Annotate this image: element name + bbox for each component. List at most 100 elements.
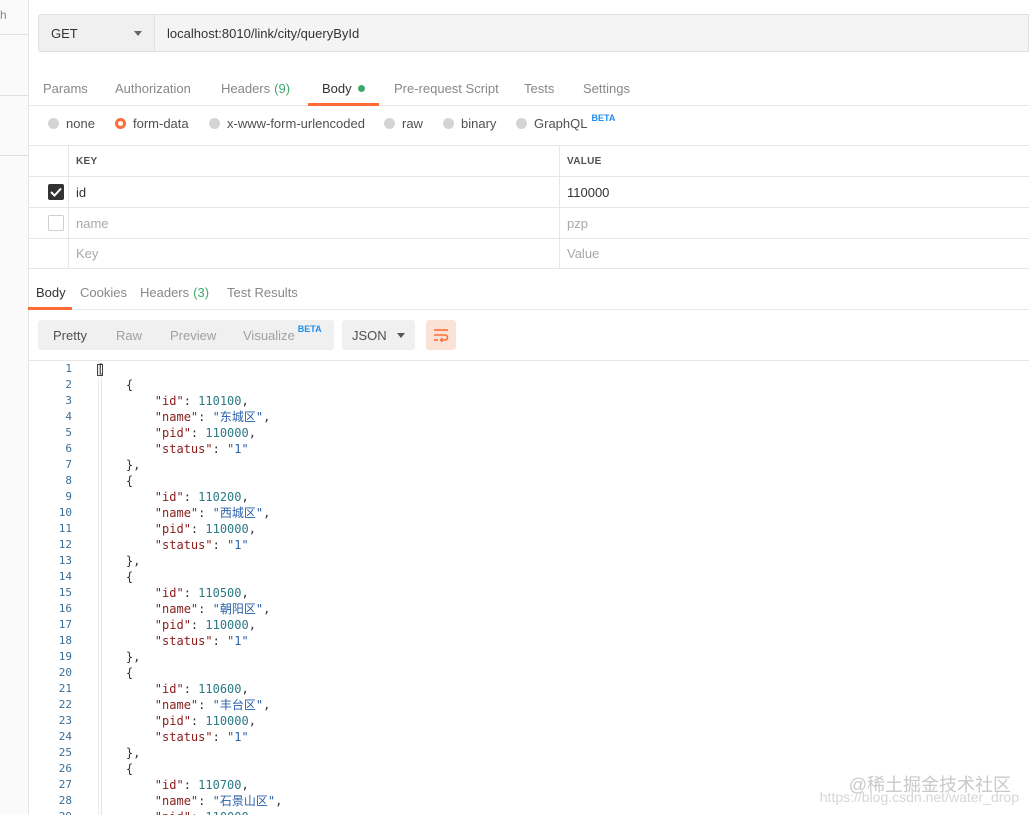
value-value: 110000	[567, 184, 610, 200]
key-input[interactable]: name	[68, 208, 559, 238]
tab-label: Authorization	[115, 80, 191, 96]
radio-raw[interactable]: raw	[384, 116, 423, 131]
radio-circle-icon	[443, 118, 454, 129]
url-input[interactable]: localhost:8010/link/city/queryById	[154, 14, 1029, 52]
line-number: 15	[58, 586, 72, 599]
sidebar-divider	[0, 34, 28, 35]
tab-label: Settings	[583, 80, 630, 96]
tab-response-body[interactable]: Body	[36, 277, 66, 307]
line-number: 11	[58, 522, 72, 535]
line-number: 20	[58, 666, 72, 679]
beta-badge: BETA	[591, 112, 616, 123]
view-preview-button[interactable]: Preview	[170, 320, 216, 350]
tab-tests[interactable]: Tests	[524, 72, 554, 104]
table-row: id 110000	[28, 176, 1029, 207]
tab-response-headers[interactable]: Headers (3)	[140, 277, 209, 307]
new-value-input[interactable]: Value	[559, 239, 1029, 268]
line-number: 23	[58, 714, 72, 727]
table-header-row: KEY VALUE	[28, 145, 1029, 176]
radio-none[interactable]: none	[48, 116, 95, 131]
tab-body[interactable]: Body	[322, 72, 365, 104]
active-tab-underline	[308, 103, 379, 106]
line-number: 24	[58, 730, 72, 743]
tab-label: Body	[36, 284, 66, 300]
tab-params[interactable]: Params	[43, 72, 88, 104]
sidebar-divider	[0, 95, 28, 96]
radio-label: x-www-form-urlencoded	[227, 116, 365, 131]
line-number: 7	[65, 458, 72, 471]
line-number: 25	[58, 746, 72, 759]
code-line: "pid": 110000,	[154, 426, 256, 440]
method-select[interactable]: GET	[38, 14, 154, 52]
view-pretty-button[interactable]: Pretty	[53, 320, 87, 350]
tab-headers[interactable]: Headers (9)	[221, 72, 290, 104]
button-label: Pretty	[53, 327, 87, 343]
tab-label: Test Results	[227, 284, 298, 300]
watermark-secondary: https://blog.csdn.net/water_drop	[819, 789, 1019, 805]
tab-settings[interactable]: Settings	[583, 72, 630, 104]
key-value: id	[76, 184, 87, 200]
key-value: name	[76, 215, 109, 231]
tab-test-results[interactable]: Test Results	[227, 277, 298, 307]
code-line: "name": "石景山区",	[154, 794, 283, 808]
radio-label: none	[66, 116, 95, 131]
key-placeholder: Key	[76, 246, 99, 261]
active-tab-underline	[28, 307, 72, 310]
code-line: },	[97, 746, 141, 760]
radio-binary[interactable]: binary	[443, 116, 496, 131]
radio-form-data[interactable]: form-data	[115, 116, 189, 131]
row-enabled-checkbox[interactable]	[48, 215, 64, 231]
radio-x-www-form-urlencoded[interactable]: x-www-form-urlencoded	[209, 116, 365, 131]
response-body-editor[interactable]: 1 [2 {3 "id": 110100, 4 "name": "东城区", 5 "p…	[28, 360, 1029, 815]
code-line: "name": "朝阳区",	[154, 602, 271, 616]
code-line: {	[97, 378, 134, 392]
tab-label: Pre-request Script	[394, 80, 499, 96]
code-line: "name": "东城区",	[154, 410, 271, 424]
tab-label: Body	[322, 80, 352, 96]
view-raw-button[interactable]: Raw	[116, 320, 142, 350]
language-select[interactable]: JSON	[342, 320, 415, 350]
row-enabled-checkbox[interactable]	[48, 184, 64, 200]
line-number: 26	[58, 762, 72, 775]
line-number: 21	[58, 682, 72, 695]
code-line: "id": 110600,	[154, 682, 249, 696]
code-line: [	[97, 362, 105, 376]
line-number: 6	[65, 442, 72, 455]
key-column-header: KEY	[68, 146, 559, 176]
code-line: "pid": 110000,	[154, 618, 256, 632]
value-input[interactable]: 110000	[559, 177, 1029, 207]
tab-cookies[interactable]: Cookies	[80, 277, 127, 307]
tab-pre-request-script[interactable]: Pre-request Script	[394, 72, 499, 104]
radio-graphql[interactable]: GraphQL BETA	[516, 112, 616, 131]
code-line: "id": 110100,	[154, 394, 249, 408]
radio-label: raw	[402, 116, 423, 131]
view-visualize-button[interactable]: Visualize BETA	[243, 320, 322, 350]
key-input[interactable]: id	[68, 177, 559, 207]
code-line: "status": "1"	[154, 634, 249, 648]
new-key-input[interactable]: Key	[68, 239, 559, 268]
radio-label: form-data	[133, 116, 189, 131]
response-tabs: Body Cookies Headers (3) Test Results	[28, 277, 1029, 310]
line-number: 22	[58, 698, 72, 711]
code-line: "id": 110200,	[154, 490, 249, 504]
headers-count: (3)	[193, 284, 210, 300]
button-label: Raw	[116, 327, 143, 343]
sidebar-text-fragment: h	[0, 8, 7, 22]
line-number: 14	[58, 570, 72, 583]
request-tabs: Params Authorization Headers (9) Body Pre…	[28, 72, 1029, 106]
value-input[interactable]: pzp	[559, 208, 1029, 238]
code-line: "name": "西城区",	[154, 506, 271, 520]
wrap-lines-button[interactable]	[426, 320, 456, 350]
collections-sidebar: h	[0, 0, 29, 814]
code-line: "status": "1"	[154, 442, 249, 456]
chevron-down-icon	[397, 332, 405, 338]
code-line: },	[97, 458, 141, 472]
radio-label: binary	[461, 116, 497, 131]
tab-authorization[interactable]: Authorization	[115, 72, 191, 104]
button-label: Preview	[170, 327, 217, 343]
beta-badge: BETA	[297, 324, 322, 334]
header-label: KEY	[76, 155, 98, 167]
tab-label: Headers	[221, 80, 271, 96]
sidebar-divider	[0, 155, 28, 156]
radio-circle-icon	[209, 118, 220, 129]
